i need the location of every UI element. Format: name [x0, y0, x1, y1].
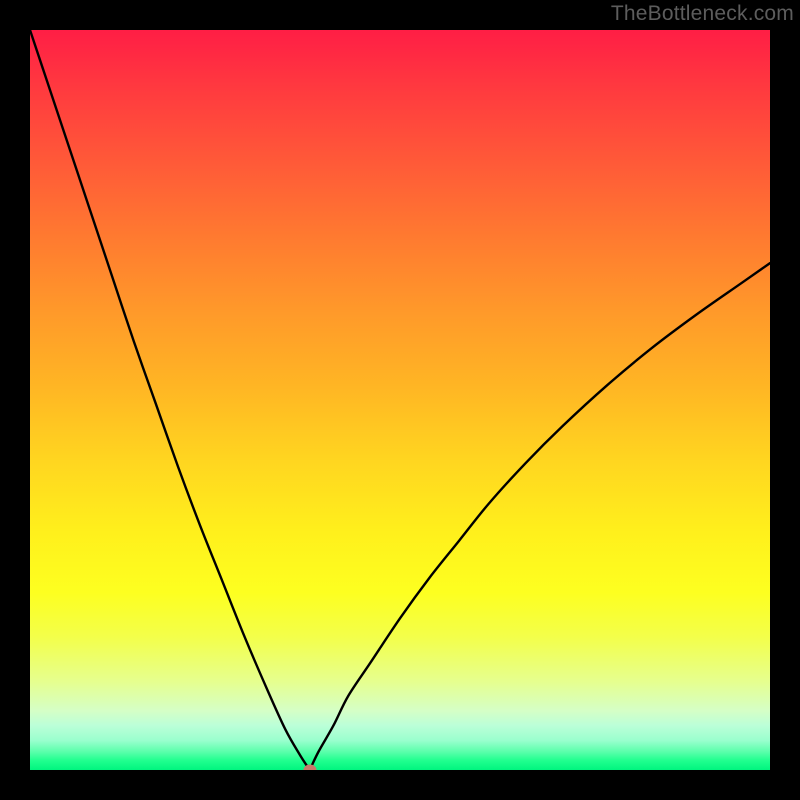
bottleneck-curve	[30, 30, 770, 770]
curve-svg	[30, 30, 770, 770]
plot-area	[30, 30, 770, 770]
minimum-marker	[303, 765, 316, 771]
chart-frame: TheBottleneck.com	[0, 0, 800, 800]
watermark-text: TheBottleneck.com	[611, 2, 794, 26]
